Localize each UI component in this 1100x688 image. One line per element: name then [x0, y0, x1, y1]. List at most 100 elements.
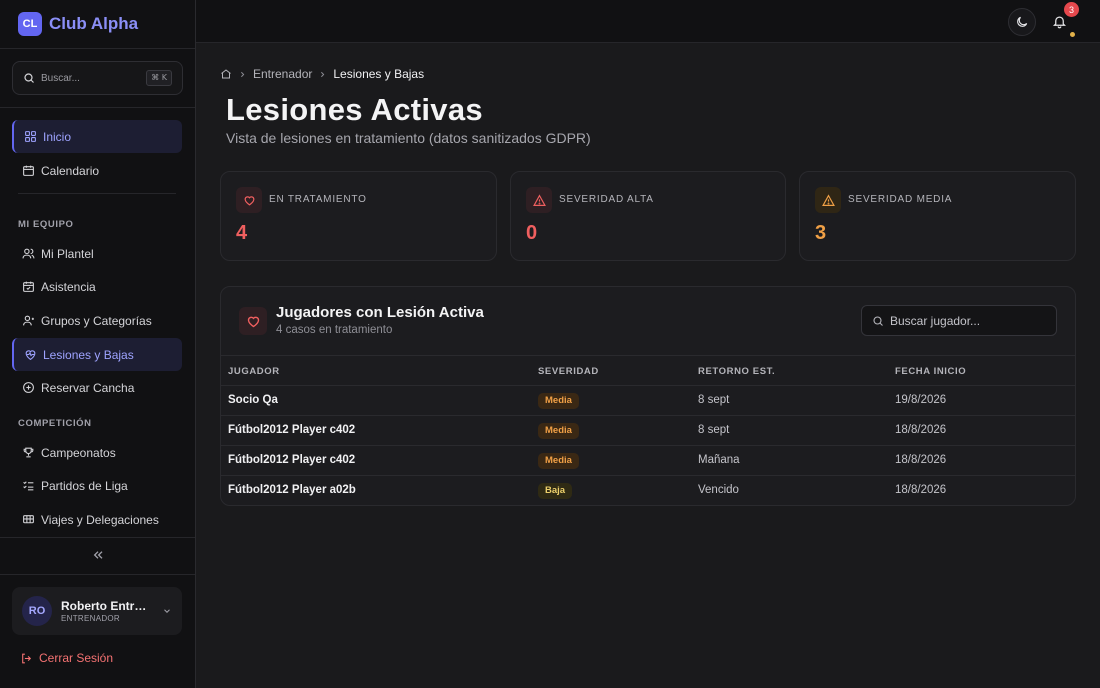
sidebar-item-mi-plantel[interactable]: Mi Plantel — [12, 237, 182, 270]
calendar-icon — [22, 164, 35, 177]
table-row[interactable]: Socio Qa Media 8 sept 19/8/2026 — [221, 386, 1075, 416]
sidebar-item-label: Grupos y Categorías — [41, 313, 152, 328]
breadcrumb-current: Lesiones y Bajas — [333, 67, 425, 81]
return-date: Vencido — [698, 484, 739, 496]
user-role: ENTRENADOR — [61, 614, 121, 623]
player-name: Socio Qa — [228, 394, 278, 406]
page-subtitle: Vista de lesiones en tratamiento (datos … — [226, 130, 591, 146]
start-date: 18/8/2026 — [895, 454, 947, 466]
column-header: JUGADOR — [228, 366, 280, 377]
home-icon[interactable] — [220, 68, 232, 80]
heart-pulse-icon — [24, 348, 37, 361]
search-icon — [23, 72, 35, 84]
column-header: SEVERIDAD — [538, 366, 599, 377]
bell-icon — [1052, 14, 1067, 29]
dashboard-icon — [24, 130, 37, 143]
collapse-sidebar-icon[interactable] — [90, 549, 106, 561]
users-icon — [22, 247, 35, 260]
sidebar-item-label: Calendario — [41, 163, 100, 178]
start-date: 18/8/2026 — [895, 484, 947, 496]
section-label-team: MI EQUIPO — [18, 219, 74, 230]
alert-triangle-icon — [526, 187, 552, 213]
table-row[interactable]: Fútbol2012 Player c402 Media Mañana 18/8… — [221, 446, 1075, 476]
calendar-check-icon — [22, 280, 35, 293]
start-date: 18/8/2026 — [895, 424, 947, 436]
moon-icon — [1015, 15, 1029, 29]
sidebar-item-inicio[interactable]: Inicio — [12, 120, 182, 153]
breadcrumb-parent[interactable]: Entrenador — [253, 67, 312, 81]
sidebar-item-label: Partidos de Liga — [41, 478, 128, 493]
plus-circle-icon — [22, 381, 35, 394]
search-placeholder: Buscar jugador... — [890, 313, 981, 328]
brand-logo: CL — [18, 12, 42, 36]
user-menu[interactable]: RO Roberto Entrenador ENTRENADOR — [12, 587, 182, 635]
sidebar-item-reservar-cancha[interactable]: Reservar Cancha — [12, 371, 182, 404]
player-name: Fútbol2012 Player c402 — [228, 454, 356, 466]
stat-card-severidad-media: SEVERIDAD MEDIA 3 — [799, 171, 1076, 261]
breadcrumb: Entrenador Lesiones y Bajas — [220, 67, 424, 81]
theme-toggle-button[interactable] — [1008, 8, 1036, 36]
sidebar-item-label: Inicio — [43, 129, 72, 144]
sidebar: CL Club Alpha Buscar... ⌘ K Inicio Calen… — [0, 0, 196, 688]
sidebar-item-lesiones[interactable]: Lesiones y Bajas — [12, 338, 182, 371]
stat-card-en-tratamiento: EN TRATAMIENTO 4 — [220, 171, 497, 261]
return-date: 8 sept — [698, 394, 730, 406]
sidebar-item-label: Mi Plantel — [41, 246, 94, 261]
heart-icon — [236, 187, 262, 213]
notification-badge: 3 — [1064, 2, 1079, 17]
severity-badge: Media — [538, 393, 579, 409]
sidebar-item-partidos[interactable]: Partidos de Liga — [12, 469, 182, 502]
sidebar-item-calendario[interactable]: Calendario — [12, 154, 182, 187]
brand-name: Club Alpha — [49, 14, 139, 33]
sidebar-item-asistencia[interactable]: Asistencia — [12, 270, 182, 303]
stat-label: SEVERIDAD ALTA — [559, 194, 654, 205]
table-subtitle: 4 casos en tratamiento — [276, 324, 393, 336]
sidebar-search[interactable]: Buscar... ⌘ K — [12, 61, 183, 95]
section-label-competition: COMPETICIÓN — [18, 418, 92, 429]
sidebar-item-label: Lesiones y Bajas — [43, 347, 134, 362]
bus-icon — [22, 513, 35, 526]
severity-badge: Media — [538, 453, 579, 469]
sidebar-item-label: Asistencia — [41, 279, 96, 294]
sidebar-item-grupos[interactable]: Grupos y Categorías — [12, 304, 182, 337]
avatar: RO — [22, 596, 52, 626]
search-icon — [872, 315, 884, 327]
logout-button[interactable]: Cerrar Sesión — [20, 651, 113, 665]
page-title: Lesiones Activas — [226, 92, 483, 127]
column-header: RETORNO EST. — [698, 366, 776, 377]
status-dot — [1070, 32, 1075, 37]
logout-icon — [20, 652, 33, 665]
brand[interactable]: CL Club Alpha — [18, 12, 138, 36]
start-date: 19/8/2026 — [895, 394, 947, 406]
stat-value: 4 — [236, 222, 248, 244]
user-name: Roberto Entrenador — [61, 599, 153, 613]
divider — [0, 574, 195, 575]
logout-label: Cerrar Sesión — [39, 651, 114, 665]
stat-card-severidad-alta: SEVERIDAD ALTA 0 — [510, 171, 786, 261]
table-row[interactable]: Fútbol2012 Player c402 Media 8 sept 18/8… — [221, 416, 1075, 446]
table-header: JUGADOR SEVERIDAD RETORNO EST. FECHA INI… — [221, 355, 1075, 386]
topbar — [196, 0, 1100, 43]
stat-label: SEVERIDAD MEDIA — [848, 194, 953, 205]
player-search-input[interactable]: Buscar jugador... — [861, 305, 1057, 336]
shortcut-badge: ⌘ K — [146, 70, 172, 86]
column-header: FECHA INICIO — [895, 366, 967, 377]
return-date: Mañana — [698, 454, 740, 466]
sidebar-item-label: Reservar Cancha — [41, 380, 135, 395]
chevron-right-icon — [238, 70, 247, 79]
sidebar-item-campeonatos[interactable]: Campeonatos — [12, 436, 182, 469]
sidebar-item-label: Viajes y Delegaciones — [41, 512, 159, 527]
stat-value: 3 — [815, 222, 827, 244]
search-placeholder: Buscar... — [41, 72, 80, 84]
divider — [18, 193, 176, 194]
chevron-down-icon — [162, 606, 172, 616]
heart-icon — [239, 307, 267, 335]
player-name: Fútbol2012 Player c402 — [228, 424, 356, 436]
table-row[interactable]: Fútbol2012 Player a02b Baja Vencido 18/8… — [221, 476, 1075, 505]
severity-badge: Media — [538, 423, 579, 439]
severity-badge: Baja — [538, 483, 573, 499]
chevron-right-icon — [318, 70, 327, 79]
return-date: 8 sept — [698, 424, 730, 436]
sidebar-item-viajes[interactable]: Viajes y Delegaciones — [12, 503, 182, 536]
list-check-icon — [22, 479, 35, 492]
